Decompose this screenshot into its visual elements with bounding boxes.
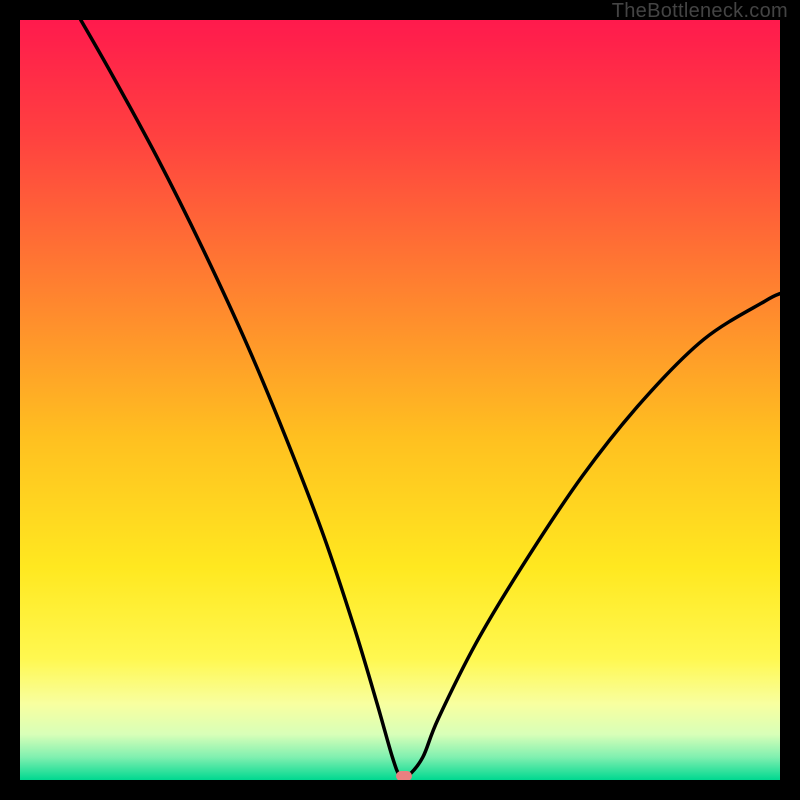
plot-area — [20, 20, 780, 780]
watermark: TheBottleneck.com — [612, 0, 788, 23]
chart-frame: TheBottleneck.com — [0, 0, 800, 800]
curve-minimum-marker — [396, 771, 412, 780]
bottleneck-curve — [20, 20, 780, 780]
